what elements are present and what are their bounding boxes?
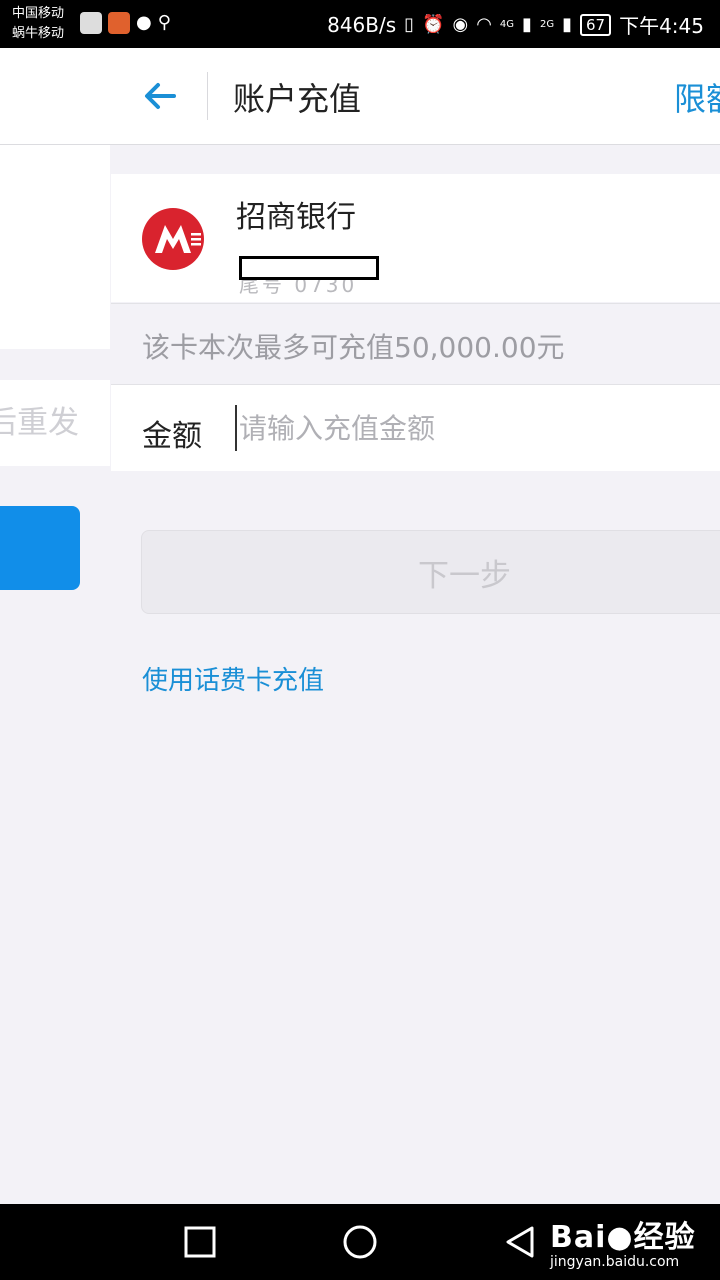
page-title: 账户充值: [233, 80, 362, 118]
card-number-redaction: [239, 256, 379, 280]
back-button[interactable]: [140, 76, 180, 116]
wifi-icon: ◠: [476, 14, 492, 35]
carrier-labels: 中国移动 蜗牛移动: [12, 4, 64, 44]
status-right: 846B/s ▯ ⏰ ◉ ◠ 4G ▮ 2G ▮ 67 下午4:45: [327, 10, 704, 39]
header-divider: [207, 72, 208, 120]
clock: 下午4:45: [619, 14, 704, 38]
circle-home-icon: [343, 1225, 377, 1259]
paw-icon: ●: [606, 1220, 634, 1255]
signal-2g-icon: ▮: [562, 14, 572, 35]
triangle-back-icon: [506, 1226, 534, 1258]
limit-link[interactable]: 限额: [674, 74, 720, 120]
app-header: 账户充值 限额: [0, 48, 720, 145]
background-panel-block: [0, 144, 110, 349]
key-icon: ⚲: [157, 12, 171, 33]
carrier-1: 中国移动: [12, 6, 65, 21]
nav-back-button[interactable]: [500, 1222, 540, 1262]
background-resend-text: 后重发: [0, 405, 79, 441]
baidu-jingyan-watermark: Bai●经验 jingyan.baidu.com: [550, 1212, 696, 1270]
watermark-url: jingyan.baidu.com: [550, 1254, 680, 1270]
bank-name: 招商银行: [236, 200, 356, 235]
signal-4g-icon: ▮: [522, 14, 532, 35]
background-resend-row: 后重发: [0, 380, 110, 466]
square-recent-icon: [184, 1226, 216, 1258]
arrow-left-icon: [145, 83, 176, 109]
briefcase-icon: [80, 12, 102, 34]
watermark-logo: Bai●经验: [550, 1212, 696, 1256]
net-2g-label: 2G: [539, 19, 555, 30]
amount-input[interactable]: [235, 405, 699, 451]
chat-bubble-icon: ●: [136, 12, 152, 33]
amount-label: 金额: [142, 419, 202, 454]
cmb-bank-logo-icon: [142, 208, 204, 270]
recent-apps-button[interactable]: [180, 1222, 220, 1262]
net-speed: 846B/s: [327, 12, 397, 37]
net-4g-label: 4G: [499, 19, 515, 30]
bank-card-row[interactable]: 招商银行 尾号 0730: [111, 174, 720, 302]
notification-icons: ● ⚲: [80, 12, 171, 34]
watermark-logo-suffix: 经验: [633, 1220, 696, 1255]
amount-row: 金额: [111, 384, 720, 471]
eye-icon: ◉: [452, 14, 469, 35]
limit-notice: 该卡本次最多可充值50,000.00元: [111, 303, 720, 384]
system-nav-bar: Bai●经验 jingyan.baidu.com: [0, 1204, 720, 1280]
phone-card-recharge-link[interactable]: 使用话费卡充值: [142, 660, 324, 697]
vibrate-icon: ▯: [404, 14, 415, 35]
watermark-logo-text: Bai: [550, 1220, 607, 1255]
limit-notice-text: 该卡本次最多可充值50,000.00元: [142, 331, 565, 364]
background-blue-button: [0, 506, 80, 590]
status-bar: 中国移动 蜗牛移动 ● ⚲ 846B/s ▯ ⏰ ◉ ◠ 4G ▮ 2G ▮ 6…: [0, 0, 720, 48]
home-button[interactable]: [340, 1222, 380, 1262]
app-heart-icon: [108, 12, 130, 34]
next-step-button[interactable]: 下一步: [141, 530, 720, 614]
carrier-2: 蜗牛移动: [12, 26, 65, 41]
battery-indicator: 67: [579, 13, 612, 36]
alarm-icon: ⏰: [422, 14, 445, 35]
